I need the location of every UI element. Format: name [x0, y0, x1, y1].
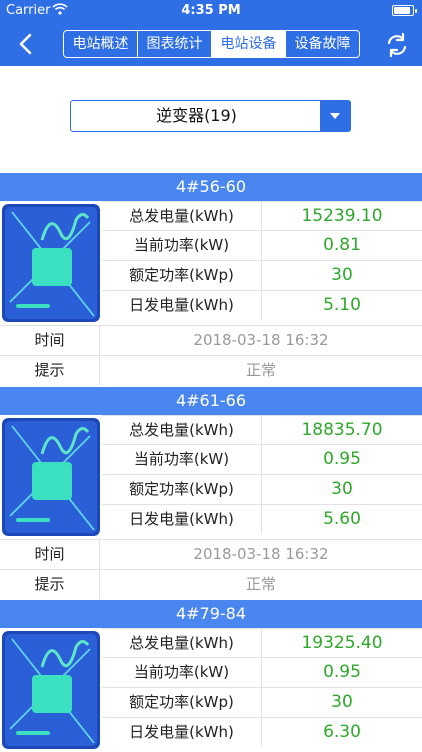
value-total-energy: 19325.40: [301, 633, 383, 653]
value-rated-power: 30: [331, 265, 353, 285]
label-rated-power: 额定功率(kWp): [102, 261, 262, 290]
device-type-dropdown[interactable]: 逆变器(19): [70, 100, 351, 132]
device-card: 4#61-66 总发电量(kWh) 18835.70 当前功率(kW) 0.95 额…: [0, 387, 422, 599]
value-current-power: 0.95: [323, 449, 361, 469]
value-current-power: 0.81: [323, 235, 361, 255]
value-total-energy: 15239.10: [301, 206, 383, 226]
label-current-power: 当前功率(kW): [102, 445, 262, 474]
value-time: 2018-03-18 16:32: [193, 545, 329, 563]
back-icon[interactable]: [14, 32, 38, 56]
status-time: 4:35 PM: [181, 3, 241, 18]
dropdown-label: 逆变器(19): [156, 106, 237, 125]
value-hint: 正常: [245, 361, 276, 379]
label-total-energy: 总发电量(kWh): [102, 202, 262, 231]
label-time: 时间: [0, 540, 100, 569]
label-hint: 提示: [0, 356, 100, 385]
label-total-energy: 总发电量(kWh): [102, 416, 262, 445]
label-current-power: 当前功率(kW): [102, 231, 262, 260]
tab-charts[interactable]: 图表统计: [138, 31, 212, 57]
inverter-icon: [2, 418, 100, 536]
dropdown-arrow-icon[interactable]: [320, 101, 350, 131]
value-current-power: 0.95: [323, 662, 361, 682]
device-name[interactable]: 4#61-66: [0, 387, 422, 415]
device-card: 4#56-60 总发电量(kWh) 15239.10 当前功率(kW) 0.81 额…: [0, 173, 422, 385]
tab-faults[interactable]: 设备故障: [286, 31, 359, 57]
status-bar: Carrier 4:35 PM: [0, 0, 422, 22]
value-rated-power: 30: [331, 479, 353, 499]
label-rated-power: 额定功率(kWp): [102, 475, 262, 504]
inverter-icon: [2, 631, 100, 749]
tab-bar: 电站概述 图表统计 电站设备 设备故障: [63, 30, 360, 58]
device-name[interactable]: 4#56-60: [0, 173, 422, 201]
value-rated-power: 30: [331, 692, 353, 712]
tab-overview[interactable]: 电站概述: [64, 31, 138, 57]
label-time: 时间: [0, 326, 100, 355]
label-daily-energy: 日发电量(kWh): [102, 291, 262, 320]
label-daily-energy: 日发电量(kWh): [102, 505, 262, 534]
device-name[interactable]: 4#79-84: [0, 600, 422, 628]
label-daily-energy: 日发电量(kWh): [102, 718, 262, 747]
refresh-icon[interactable]: [384, 32, 410, 58]
value-daily-energy: 6.30: [323, 722, 361, 742]
label-total-energy: 总发电量(kWh): [102, 629, 262, 658]
value-hint: 正常: [245, 575, 276, 593]
device-card: 4#79-84 总发电量(kWh) 19325.40 当前功率(kW) 0.95 额…: [0, 600, 422, 752]
value-total-energy: 18835.70: [301, 420, 383, 440]
nav-bar: 电站概述 图表统计 电站设备 设备故障: [0, 22, 422, 66]
label-hint: 提示: [0, 570, 100, 599]
inverter-icon: [2, 204, 100, 322]
value-daily-energy: 5.60: [323, 509, 361, 529]
value-time: 2018-03-18 16:32: [193, 331, 329, 349]
label-current-power: 当前功率(kW): [102, 658, 262, 687]
value-daily-energy: 5.10: [323, 295, 361, 315]
battery-icon: [392, 5, 417, 16]
label-rated-power: 额定功率(kWp): [102, 688, 262, 717]
tab-devices[interactable]: 电站设备: [212, 31, 286, 57]
